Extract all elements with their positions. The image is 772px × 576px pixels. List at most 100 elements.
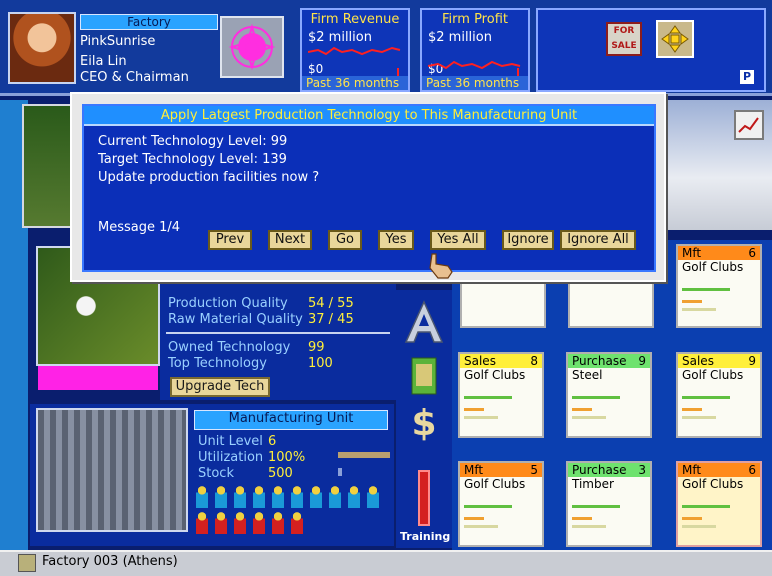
production-quality-label: Production Quality <box>168 296 288 311</box>
cell-number: 9 <box>638 354 646 368</box>
worker-figure <box>329 486 341 508</box>
worker-figure <box>215 486 227 508</box>
advertising-button[interactable] <box>404 300 444 344</box>
update-question: Update production facilities now ? <box>98 170 320 185</box>
worker-figure <box>234 486 246 508</box>
cell-number: 6 <box>748 463 756 477</box>
next-button[interactable]: Next <box>268 230 312 250</box>
worker-figure <box>291 512 303 534</box>
cell-product: Timber <box>572 477 614 491</box>
cell-product: Golf Clubs <box>464 477 526 491</box>
utilization-label: Utilization <box>198 450 264 465</box>
cell-product: Golf Clubs <box>682 368 744 382</box>
utilization-value: 100% <box>268 450 306 465</box>
letter-a-icon <box>404 300 444 343</box>
firm-revenue-chart[interactable]: Firm Revenue $2 million $0 Past 36 month… <box>300 8 410 92</box>
grid-cell-mft-selected[interactable]: Mft 6 Golf Clubs <box>676 461 762 547</box>
cell-bar <box>464 396 512 399</box>
production-quality-value: 54 / 55 <box>308 296 354 311</box>
cell-type: Mft <box>464 463 484 477</box>
cell-bar <box>682 525 716 528</box>
cell-bar <box>464 517 484 520</box>
cell-product: Golf Clubs <box>682 477 744 491</box>
profit-sparkline <box>428 60 521 76</box>
move-arrows-icon <box>661 25 689 53</box>
cell-type: Mft <box>682 246 702 260</box>
brand-color-bar <box>38 366 158 390</box>
revenue-sparkline <box>308 46 401 76</box>
cell-type: Mft <box>682 463 702 477</box>
cell-bar <box>682 416 716 419</box>
upgrade-tech-button[interactable]: Upgrade Tech <box>170 377 270 397</box>
technology-dialog: Apply Latgest Production Technology to T… <box>70 92 666 282</box>
workers-row <box>196 486 386 542</box>
unit-level-value: 6 <box>268 434 277 449</box>
raw-quality-label: Raw Material Quality <box>168 312 303 327</box>
training-level-bar <box>418 470 430 526</box>
worker-figure <box>367 486 379 508</box>
cell-bar <box>572 396 620 399</box>
ignore-button[interactable]: Ignore <box>502 230 554 250</box>
line-chart-icon <box>738 117 759 133</box>
finance-button[interactable]: $ <box>406 404 442 444</box>
top-tech-label: Top Technology <box>168 356 267 371</box>
prev-button[interactable]: Prev <box>208 230 252 250</box>
chart-button[interactable] <box>734 110 764 140</box>
stock-bar <box>338 468 342 476</box>
cell-type: Purchase <box>572 463 627 477</box>
move-button[interactable] <box>656 20 694 58</box>
training-book-button[interactable] <box>408 356 440 396</box>
worker-figure <box>291 486 303 508</box>
cell-bar <box>682 505 730 508</box>
cell-bar <box>464 525 498 528</box>
grid-cell-mft-top-right[interactable]: Mft 6 Golf Clubs <box>676 244 762 328</box>
factory-type-label: Factory <box>80 14 218 30</box>
hand-cursor-icon <box>426 250 456 280</box>
worker-figure <box>196 512 208 534</box>
yes-all-button[interactable]: Yes All <box>430 230 486 250</box>
cell-type: Sales <box>682 354 714 368</box>
cell-type: Sales <box>464 354 496 368</box>
for-sale-button[interactable]: FOR SALE <box>606 22 642 56</box>
p-button[interactable]: P <box>740 70 754 84</box>
cell-bar <box>682 300 702 303</box>
cell-bar <box>572 408 592 411</box>
firm-profit-chart[interactable]: Firm Profit $2 million $0 Past 36 months <box>420 8 530 92</box>
message-counter: Message 1/4 <box>98 220 181 235</box>
go-button[interactable]: Go <box>328 230 362 250</box>
worker-figure <box>272 486 284 508</box>
worker-figure <box>253 486 265 508</box>
cell-bar <box>464 416 498 419</box>
cell-number: 8 <box>530 354 538 368</box>
cell-bar <box>682 517 702 520</box>
cell-bar <box>572 505 620 508</box>
target-tech-line: Target Technology Level: 139 <box>98 152 287 167</box>
owned-tech-value: 99 <box>308 340 325 355</box>
cell-number: 6 <box>748 246 756 260</box>
cell-bar <box>682 288 730 291</box>
worker-figure <box>310 486 322 508</box>
ignore-all-button[interactable]: Ignore All <box>560 230 636 250</box>
grid-cell-purchase-bottom[interactable]: Purchase 3 Timber <box>566 461 652 547</box>
cell-number: 3 <box>638 463 646 477</box>
book-icon <box>411 357 437 395</box>
grid-cell-sales-left[interactable]: Sales 8 Golf Clubs <box>458 352 544 438</box>
utilization-bar <box>338 452 390 458</box>
grid-cell-sales-right[interactable]: Sales 9 Golf Clubs <box>676 352 762 438</box>
unit-level-label: Unit Level <box>198 434 263 449</box>
firm-name: PinkSunrise <box>80 34 156 49</box>
cell-bar <box>572 525 606 528</box>
for-sale-label: FOR SALE <box>611 26 637 51</box>
cell-number: 9 <box>748 354 756 368</box>
grid-cell-purchase-middle[interactable]: Purchase 9 Steel <box>566 352 652 438</box>
dialog-body: Apply Latgest Production Technology to T… <box>82 104 656 272</box>
firm-logo[interactable] <box>220 16 284 78</box>
ceo-portrait <box>8 12 76 84</box>
edit-icon[interactable] <box>18 554 36 572</box>
status-text: Factory 003 (Athens) <box>42 554 178 569</box>
training-label: Training <box>400 530 451 543</box>
grid-cell-mft-bottom-left[interactable]: Mft 5 Golf Clubs <box>458 461 544 547</box>
worker-figure <box>272 512 284 534</box>
yes-button[interactable]: Yes <box>378 230 414 250</box>
stock-label: Stock <box>198 466 234 481</box>
